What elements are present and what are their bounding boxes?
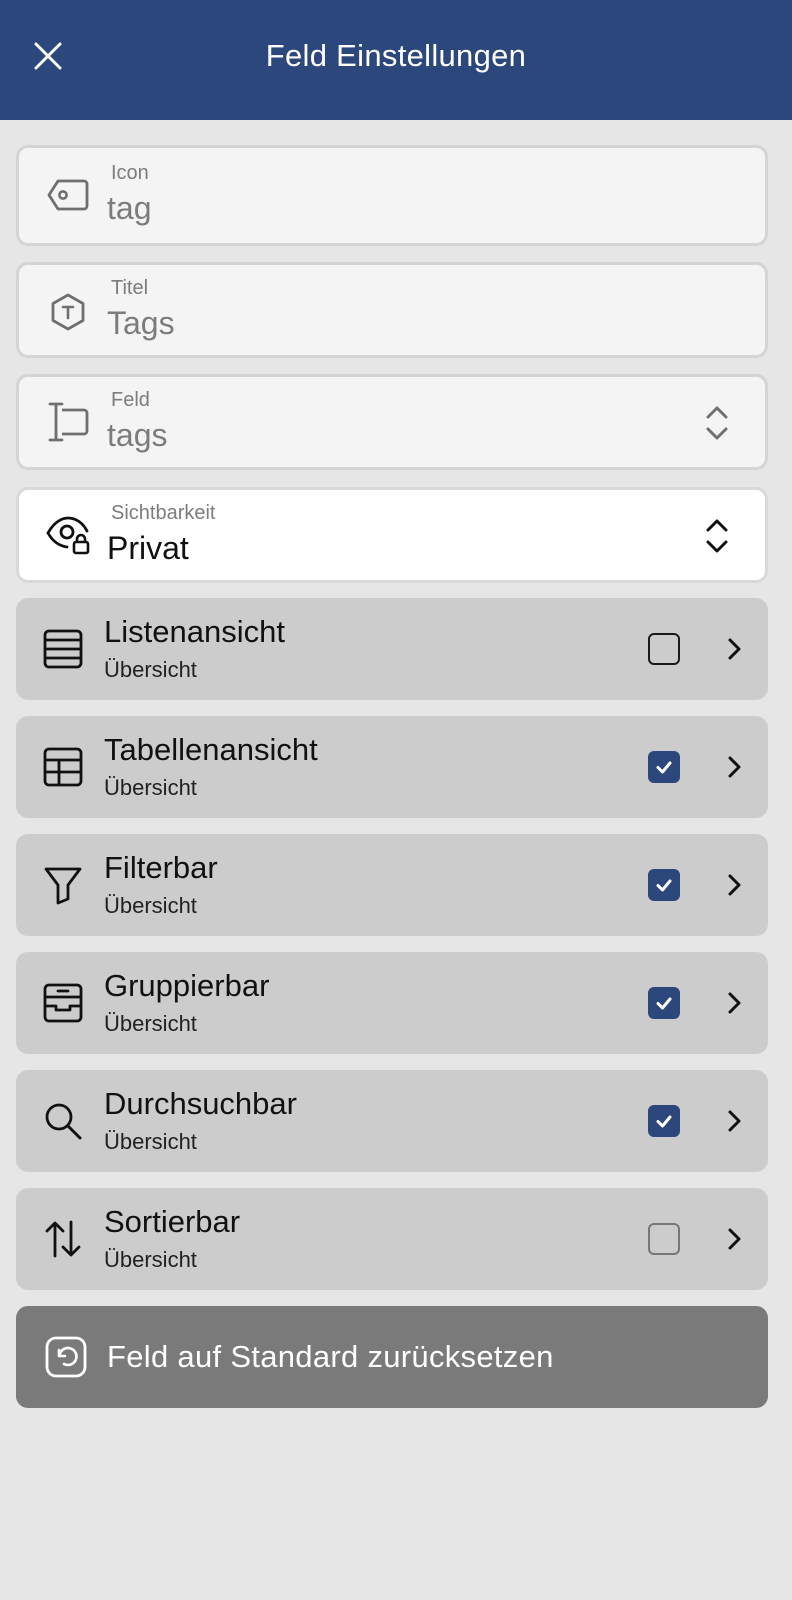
chevron-right-icon xyxy=(720,871,748,899)
table-icon xyxy=(38,742,88,792)
filter-icon xyxy=(38,860,88,910)
checkmark-icon xyxy=(656,997,672,1010)
visibility-select-label: Sichtbarkeit xyxy=(111,502,216,524)
option-subtitle: Übersicht xyxy=(104,1011,197,1036)
title-field-value: Tags xyxy=(107,305,175,341)
chevron-up-down-icon xyxy=(699,512,735,560)
option-subtitle: Übersicht xyxy=(104,1247,197,1272)
eye-lock-icon xyxy=(45,512,91,558)
option-checkbox[interactable] xyxy=(648,751,680,783)
option-title: Tabellenansicht xyxy=(104,732,318,767)
visibility-select[interactable]: Sichtbarkeit Privat xyxy=(16,487,768,583)
option-row-gruppierbar[interactable]: Gruppierbar Übersicht xyxy=(16,952,768,1054)
option-title: Sortierbar xyxy=(104,1204,241,1239)
field-select-label: Feld xyxy=(111,389,150,411)
option-title: Filterbar xyxy=(104,850,218,885)
sort-arrows-icon xyxy=(38,1214,88,1264)
input-field-icon xyxy=(45,399,91,445)
option-row-durchsuchbar[interactable]: Durchsuchbar Übersicht xyxy=(16,1070,768,1172)
option-title: Gruppierbar xyxy=(104,968,270,1003)
reset-button-label: Feld auf Standard zurücksetzen xyxy=(107,1339,554,1374)
checkmark-icon xyxy=(656,879,672,892)
reset-to-default-button[interactable]: Feld auf Standard zurücksetzen xyxy=(16,1306,768,1408)
tag-icon xyxy=(45,172,91,218)
chevron-right-icon xyxy=(720,989,748,1017)
reset-icon xyxy=(42,1333,90,1381)
field-select-value: tags xyxy=(107,417,168,453)
option-row-filterbar[interactable]: Filterbar Übersicht xyxy=(16,834,768,936)
archive-box-icon xyxy=(38,978,88,1028)
option-subtitle: Übersicht xyxy=(104,1129,197,1154)
option-subtitle: Übersicht xyxy=(104,893,197,918)
checkmark-icon xyxy=(656,761,672,774)
option-row-tabellenansicht[interactable]: Tabellenansicht Übersicht xyxy=(16,716,768,818)
option-title: Durchsuchbar xyxy=(104,1086,297,1121)
option-checkbox[interactable] xyxy=(648,633,680,665)
chevron-up-down-icon xyxy=(699,399,735,447)
option-checkbox[interactable] xyxy=(648,869,680,901)
title-hexagon-icon xyxy=(45,289,91,335)
field-select[interactable]: Feld tags xyxy=(16,374,768,470)
checkmark-icon xyxy=(656,1115,672,1128)
chevron-right-icon xyxy=(720,1107,748,1135)
page-title: Feld Einstellungen xyxy=(265,38,527,73)
option-checkbox[interactable] xyxy=(648,1223,680,1255)
title-field-label: Titel xyxy=(111,277,149,299)
option-subtitle: Übersicht xyxy=(104,775,197,800)
option-subtitle: Übersicht xyxy=(104,657,197,682)
icon-field-value: tag xyxy=(107,190,152,226)
chevron-right-icon xyxy=(720,753,748,781)
icon-field-label: Icon xyxy=(111,162,149,184)
search-icon xyxy=(38,1096,88,1146)
visibility-select-value: Privat xyxy=(107,530,189,566)
option-row-listenansicht[interactable]: Listenansicht Übersicht xyxy=(16,598,768,700)
title-field[interactable]: Titel Tags xyxy=(16,262,768,358)
option-row-sortierbar[interactable]: Sortierbar Übersicht xyxy=(16,1188,768,1290)
option-checkbox[interactable] xyxy=(648,987,680,1019)
icon-field[interactable]: Icon tag xyxy=(16,145,768,246)
option-title: Listenansicht xyxy=(104,614,285,649)
chevron-right-icon xyxy=(720,635,748,663)
option-checkbox[interactable] xyxy=(648,1105,680,1137)
chevron-right-icon xyxy=(720,1225,748,1253)
list-icon xyxy=(38,624,88,674)
header-bar: Feld Einstellungen xyxy=(0,0,792,120)
